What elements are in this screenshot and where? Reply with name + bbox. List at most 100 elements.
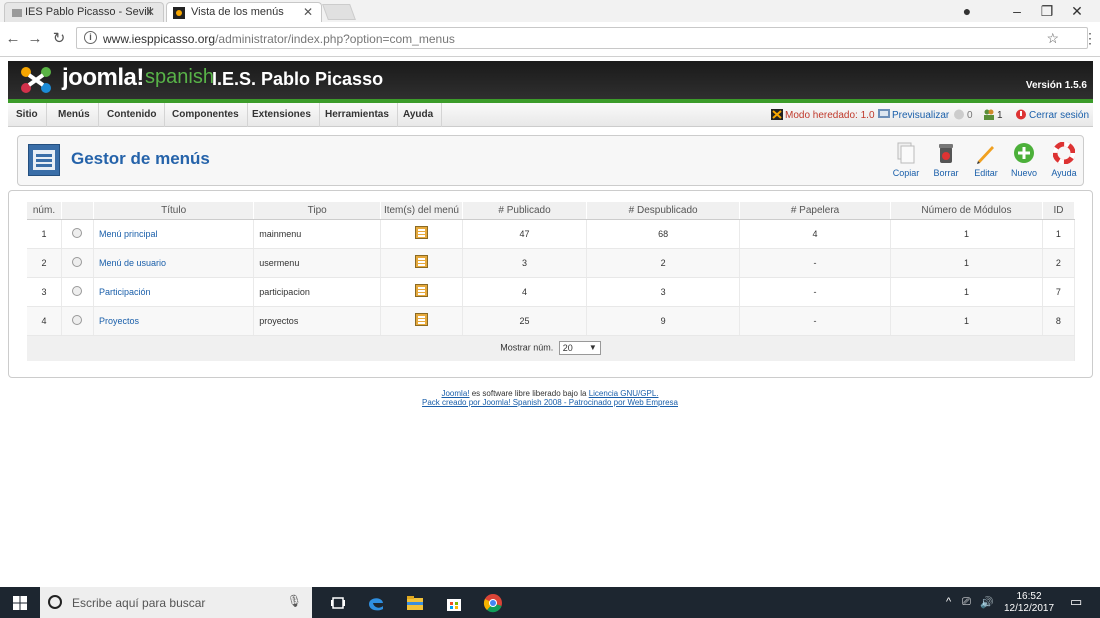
- edit-button[interactable]: Editar: [968, 142, 1004, 182]
- content-panel: núm. Título Tipo Item(s) del menú # Publ…: [8, 190, 1093, 378]
- microphone-icon[interactable]: 🎙: [287, 594, 302, 608]
- row-title-link[interactable]: Participación: [99, 287, 151, 297]
- col-type[interactable]: Tipo: [253, 202, 382, 220]
- joomla-spanish: spanish: [145, 66, 214, 88]
- row-title-link[interactable]: Menú principal: [99, 229, 158, 239]
- row-select: [61, 248, 94, 278]
- action-center-icon[interactable]: ▭: [1070, 594, 1082, 610]
- row-title-cell: Proyectos: [93, 306, 255, 336]
- pack-link[interactable]: Pack creado por Joomla! Spanish 2008 - P…: [422, 398, 678, 407]
- limit-select[interactable]: 20 ▼: [558, 341, 601, 356]
- row-unpublished: 9: [586, 306, 741, 336]
- volume-icon[interactable]: 🔊: [980, 596, 994, 609]
- trash-icon: [939, 144, 953, 163]
- version-label: Versión 1.5.6: [1025, 80, 1087, 91]
- network-icon[interactable]: ⎚: [962, 596, 971, 609]
- row-trash: -: [739, 306, 892, 336]
- row-select: [61, 277, 94, 307]
- menu-componentes[interactable]: Componentes: [164, 103, 248, 127]
- new-button[interactable]: Nuevo: [1006, 142, 1042, 182]
- browser-tab-label: IES Pablo Picasso - Sevill: [25, 6, 152, 18]
- reload-icon[interactable]: ↻: [50, 30, 68, 48]
- row-radio[interactable]: [72, 256, 83, 267]
- clock-time: 16:52: [1016, 591, 1042, 602]
- menu-sitio[interactable]: Sitio: [8, 103, 47, 127]
- admin-menu-bar: Sitio Menús Contenido Componentes Extens…: [8, 103, 1093, 127]
- row-unpublished: 2: [586, 248, 741, 278]
- logout-link[interactable]: Cerrar sesión: [1015, 109, 1089, 122]
- taskbar-search[interactable]: Escribe aquí para buscar 🎙: [40, 587, 312, 618]
- copy-button[interactable]: Copiar: [888, 142, 924, 182]
- help-button[interactable]: Ayuda: [1046, 142, 1082, 182]
- profile-icon[interactable]: ●: [952, 2, 982, 20]
- menu-herramientas[interactable]: Herramientas: [317, 103, 398, 127]
- menu-items-icon[interactable]: [414, 284, 428, 297]
- logout-icon: [1016, 109, 1026, 120]
- menu-menus[interactable]: Menús: [50, 103, 99, 127]
- info-icon[interactable]: i: [84, 31, 97, 44]
- joomla-logo-icon: [21, 67, 51, 93]
- table-row: 4 Proyectos proyectos 25 9 - 1 8: [27, 306, 1076, 336]
- row-title-link[interactable]: Proyectos: [99, 316, 139, 326]
- restore-icon[interactable]: ❐: [1032, 2, 1062, 20]
- users-count[interactable]: 1: [983, 109, 1003, 122]
- limit-value: 20: [562, 343, 573, 354]
- row-radio[interactable]: [72, 227, 83, 238]
- store-icon[interactable]: [444, 593, 464, 613]
- new-tab-button[interactable]: [322, 4, 356, 20]
- row-id: 8: [1042, 306, 1076, 336]
- close-tab-icon[interactable]: ✕: [303, 3, 313, 21]
- col-title[interactable]: Título: [93, 202, 255, 220]
- chrome-icon[interactable]: [483, 593, 503, 613]
- menu-items-icon[interactable]: [414, 255, 428, 268]
- menus-table: núm. Título Tipo Item(s) del menú # Publ…: [27, 202, 1076, 361]
- delete-label: Borrar: [933, 168, 959, 178]
- col-items: Item(s) del menú: [380, 202, 463, 220]
- menu-items-icon[interactable]: [414, 313, 428, 326]
- task-view-icon[interactable]: [328, 593, 348, 613]
- row-num: 3: [27, 277, 62, 307]
- dropdown-arrow-icon: ▼: [588, 343, 597, 353]
- forward-icon[interactable]: →: [26, 30, 44, 48]
- messages-icon: [954, 109, 964, 120]
- bookmark-star-icon[interactable]: ☆: [1046, 30, 1059, 47]
- footer-line-1: Joomla! es software libre liberado bajo …: [0, 389, 1100, 398]
- footer-text: es software libre liberado bajo la: [469, 389, 589, 398]
- menu-contenido[interactable]: Contenido: [99, 103, 166, 127]
- tray-chevron-icon[interactable]: ^: [946, 596, 951, 608]
- row-title-cell: Participación: [93, 277, 255, 307]
- row-items: [380, 248, 463, 278]
- messages-count[interactable]: 0: [953, 109, 973, 122]
- preview-link[interactable]: Previsualizar: [878, 109, 949, 122]
- col-published: # Publicado: [462, 202, 588, 220]
- footer-line-2: Pack creado por Joomla! Spanish 2008 - P…: [0, 398, 1100, 407]
- row-modules: 1: [890, 306, 1043, 336]
- close-tab-icon[interactable]: ✕: [145, 3, 155, 21]
- menu-extensiones[interactable]: Extensiones: [244, 103, 320, 127]
- back-icon[interactable]: ←: [4, 30, 22, 48]
- row-radio[interactable]: [72, 285, 83, 296]
- browser-tab-site[interactable]: IES Pablo Picasso - Sevill ✕: [4, 2, 164, 22]
- browser-tab-menus[interactable]: Vista de los menús ✕: [166, 2, 322, 22]
- menu-ayuda[interactable]: Ayuda: [395, 103, 443, 127]
- windows-start-icon[interactable]: [13, 596, 27, 610]
- license-link[interactable]: Licencia GNU/GPL.: [589, 389, 659, 398]
- row-type: mainmenu: [253, 219, 382, 249]
- row-radio[interactable]: [72, 314, 83, 325]
- edge-icon[interactable]: [366, 593, 386, 613]
- row-items: [380, 219, 463, 249]
- taskbar-clock[interactable]: 16:52 12/12/2017: [1003, 591, 1055, 615]
- minimize-icon[interactable]: –: [1002, 2, 1032, 20]
- browser-menu-icon[interactable]: ⋮: [1083, 30, 1097, 47]
- url-input[interactable]: i www.iesppicasso.org/administrator/inde…: [76, 27, 1097, 49]
- file-explorer-icon[interactable]: [405, 593, 425, 613]
- windows-taskbar: Escribe aquí para buscar 🎙 ^ ⎚ 🔊 16:52 1…: [0, 587, 1100, 618]
- row-id: 7: [1042, 277, 1076, 307]
- close-window-icon[interactable]: ✕: [1062, 2, 1092, 20]
- legacy-mode-status: Modo heredado: 1.0: [771, 109, 875, 122]
- col-id: ID: [1042, 202, 1076, 220]
- menu-items-icon[interactable]: [414, 226, 428, 239]
- row-title-link[interactable]: Menú de usuario: [99, 258, 166, 268]
- delete-button[interactable]: Borrar: [928, 142, 964, 182]
- joomla-link[interactable]: Joomla!: [441, 389, 469, 398]
